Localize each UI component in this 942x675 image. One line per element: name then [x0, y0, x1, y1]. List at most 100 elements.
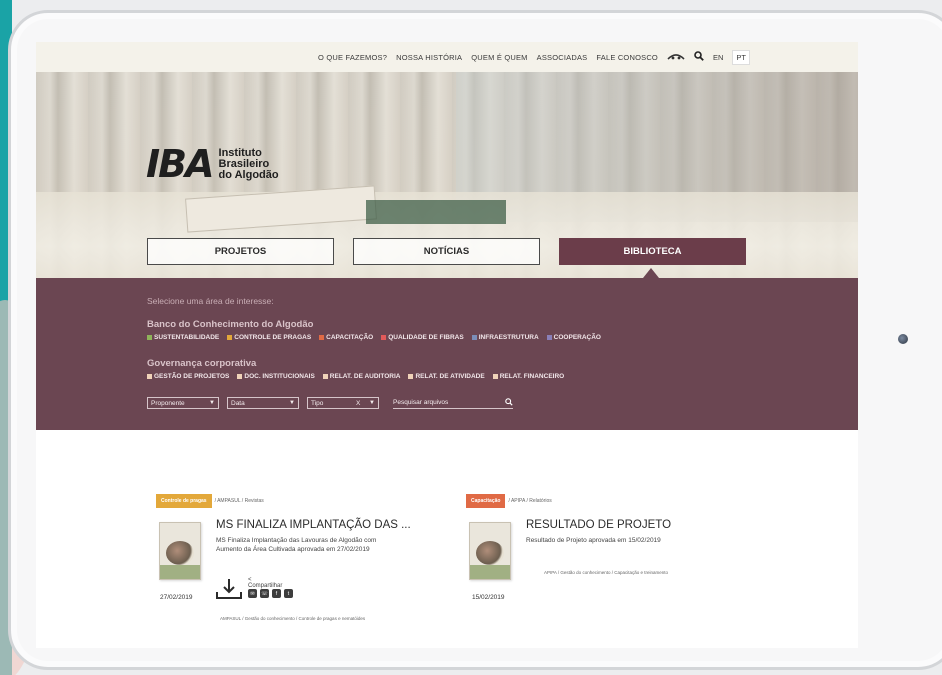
chip-group-banco: SUSTENTABILIDADE CONTROLE DE PRAGAS CAPA…: [147, 334, 601, 341]
tab-biblioteca[interactable]: BIBLIOTECA: [559, 238, 746, 265]
whatsapp-icon[interactable]: ☏: [260, 589, 269, 598]
select-proponente[interactable]: Proponente ▼: [147, 397, 219, 409]
chevron-down-icon: ▼: [209, 400, 215, 406]
document-thumbnail[interactable]: [159, 522, 201, 580]
thumbnail-image: [476, 541, 504, 565]
accessibility-icon[interactable]: [667, 51, 685, 64]
language-en[interactable]: EN: [713, 53, 723, 62]
chip-relat-de-atividade[interactable]: RELAT. DE ATIVIDADE: [408, 373, 485, 380]
card-breadcrumb: Controle de pragas / AMPASUL / Revistas: [156, 494, 264, 508]
facebook-icon[interactable]: f: [272, 589, 281, 598]
section-tabs: PROJETOS NOTÍCIAS BIBLIOTECA: [147, 238, 746, 265]
chevron-down-icon: ▼: [289, 400, 295, 406]
chip-capacitacao[interactable]: CAPACITAÇÃO: [319, 334, 373, 341]
thumbnail-image: [470, 565, 510, 579]
search-placeholder: Pesquisar arquivos: [393, 399, 449, 406]
card-description: Resultado de Projeto aprovada em 15/02/2…: [526, 537, 661, 544]
chip-sustentabilidade[interactable]: SUSTENTABILIDADE: [147, 334, 219, 341]
select-proponente-value: Proponente: [151, 399, 185, 407]
chip-color-icon: [319, 335, 325, 340]
chip-color-icon: [147, 335, 152, 340]
nav-link-o-que-fazemos[interactable]: O QUE FAZEMOS?: [318, 53, 387, 62]
card-description: MS Finaliza Implantação das Lavouras de …: [216, 537, 377, 553]
filter-selects: Proponente ▼ Data ▼ Tipo X ▼ Pesquisar a…: [147, 397, 513, 409]
chip-qualidade-de-fibras[interactable]: QUALIDADE DE FIBRAS: [381, 334, 464, 341]
tab-noticias[interactable]: NOTÍCIAS: [353, 238, 540, 265]
logo[interactable]: IBA Instituto Brasileiro do Algodão: [146, 142, 279, 186]
search-input[interactable]: Pesquisar arquivos: [393, 397, 513, 409]
tab-projetos[interactable]: PROJETOS: [147, 238, 334, 265]
browser-screen: O QUE FAZEMOS? NOSSA HISTÓRIA QUEM É QUE…: [36, 42, 858, 648]
category-badge[interactable]: Controle de pragas: [156, 494, 212, 508]
chip-label: CONTROLE DE PRAGAS: [234, 334, 312, 341]
logo-text: Instituto Brasileiro do Algodão: [218, 146, 279, 181]
chip-label: CAPACITAÇÃO: [326, 334, 374, 341]
thumbnail-image: [166, 541, 194, 565]
chip-color-icon: [492, 374, 498, 379]
section-title-governanca: Governança corporativa: [147, 358, 257, 369]
twitter-icon[interactable]: t: [284, 589, 293, 598]
chip-infraestrutura[interactable]: INFRAESTRUTURA: [471, 334, 539, 341]
card-source[interactable]: / APIPA / Relatórios: [508, 498, 551, 504]
logo-line-2: Brasileiro: [218, 157, 270, 170]
nav-link-nossa-historia[interactable]: NOSSA HISTÓRIA: [396, 53, 462, 62]
card-title[interactable]: RESULTADO DE PROJETO: [526, 519, 671, 531]
nav-link-fale-conosco[interactable]: FALE CONOSCO: [596, 53, 658, 62]
select-tipo[interactable]: Tipo X ▼: [307, 397, 379, 409]
filter-panel: Selecione uma área de interesse: Banco d…: [36, 278, 858, 430]
logo-line-3: do Algodão: [218, 168, 279, 181]
camera-icon: [898, 334, 908, 344]
chip-color-icon: [408, 374, 414, 379]
download-icon[interactable]: [216, 578, 242, 604]
filter-prompt: Selecione uma área de interesse:: [147, 296, 274, 306]
chip-label: RELAT. DE AUDITORIA: [329, 373, 401, 380]
chip-relat-financeiro[interactable]: RELAT. FINANCEIRO: [492, 373, 565, 380]
chip-relat-de-auditoria[interactable]: RELAT. DE AUDITORIA: [322, 373, 401, 380]
card-date: 15/02/2019: [472, 594, 505, 601]
chip-label: RELAT. DE ATIVIDADE: [415, 373, 485, 380]
chip-label: GESTÃO DE PROJETOS: [154, 373, 230, 380]
nav-link-quem-e-quem[interactable]: QUEM É QUEM: [471, 53, 527, 62]
document-card[interactable]: Controle de pragas / AMPASUL / Revistas …: [156, 494, 411, 621]
category-badge[interactable]: Capacitação: [466, 494, 506, 508]
chip-color-icon: [381, 335, 387, 340]
chip-label: RELAT. FINANCEIRO: [499, 373, 565, 380]
logo-line-1: Instituto: [218, 146, 262, 159]
nav-link-associadas[interactable]: ASSOCIADAS: [537, 53, 588, 62]
top-navigation: O QUE FAZEMOS? NOSSA HISTÓRIA QUEM É QUE…: [36, 42, 858, 72]
card-source[interactable]: / AMPASUL / Revistas: [215, 498, 264, 504]
chip-color-icon: [237, 374, 243, 379]
card-title[interactable]: MS FINALIZA IMPLANTAÇÃO DAS ...: [216, 519, 411, 531]
card-meta: APIPA / Gestão do conhecimento / Capacit…: [544, 570, 668, 575]
chip-color-icon: [546, 335, 552, 340]
language-pt[interactable]: PT: [732, 49, 750, 65]
chip-group-governanca: GESTÃO DE PROJETOS DOC. INSTITUCIONAIS R…: [147, 373, 564, 380]
card-meta: AMPASUL / Gestão do conhecimento / Contr…: [220, 616, 366, 621]
chip-doc-institucionais[interactable]: DOC. INSTITUCIONAIS: [237, 373, 315, 380]
chip-label: DOC. INSTITUCIONAIS: [244, 373, 315, 380]
hero-book: [366, 200, 506, 224]
chip-cooperacao[interactable]: COOPERAÇÃO: [546, 334, 601, 341]
search-icon[interactable]: [505, 397, 513, 408]
email-icon[interactable]: ✉: [248, 589, 257, 598]
active-tab-pointer: [643, 268, 659, 278]
thumbnail-image: [160, 565, 200, 579]
chip-color-icon: [147, 374, 152, 379]
select-tipo-value: Tipo: [311, 399, 324, 407]
search-icon[interactable]: [694, 50, 704, 64]
share-label[interactable]: < Compartilhar: [248, 577, 282, 589]
section-title-banco: Banco do Conhecimento do Algodão: [147, 319, 314, 330]
select-data-value: Data: [231, 399, 245, 407]
chip-gestao-de-projetos[interactable]: GESTÃO DE PROJETOS: [147, 373, 229, 380]
document-thumbnail[interactable]: [469, 522, 511, 580]
clear-icon[interactable]: X: [356, 400, 360, 407]
chip-label: INFRAESTRUTURA: [478, 334, 539, 341]
chip-color-icon: [227, 335, 233, 340]
chip-label: QUALIDADE DE FIBRAS: [388, 334, 464, 341]
document-card[interactable]: Capacitação / APIPA / Relatórios RESULTA…: [466, 494, 671, 601]
chip-label: COOPERAÇÃO: [553, 334, 601, 341]
select-data[interactable]: Data ▼: [227, 397, 299, 409]
social-buttons: ✉ ☏ f t: [248, 589, 293, 598]
chevron-down-icon: ▼: [369, 400, 375, 406]
chip-controle-de-pragas[interactable]: CONTROLE DE PRAGAS: [227, 334, 311, 341]
